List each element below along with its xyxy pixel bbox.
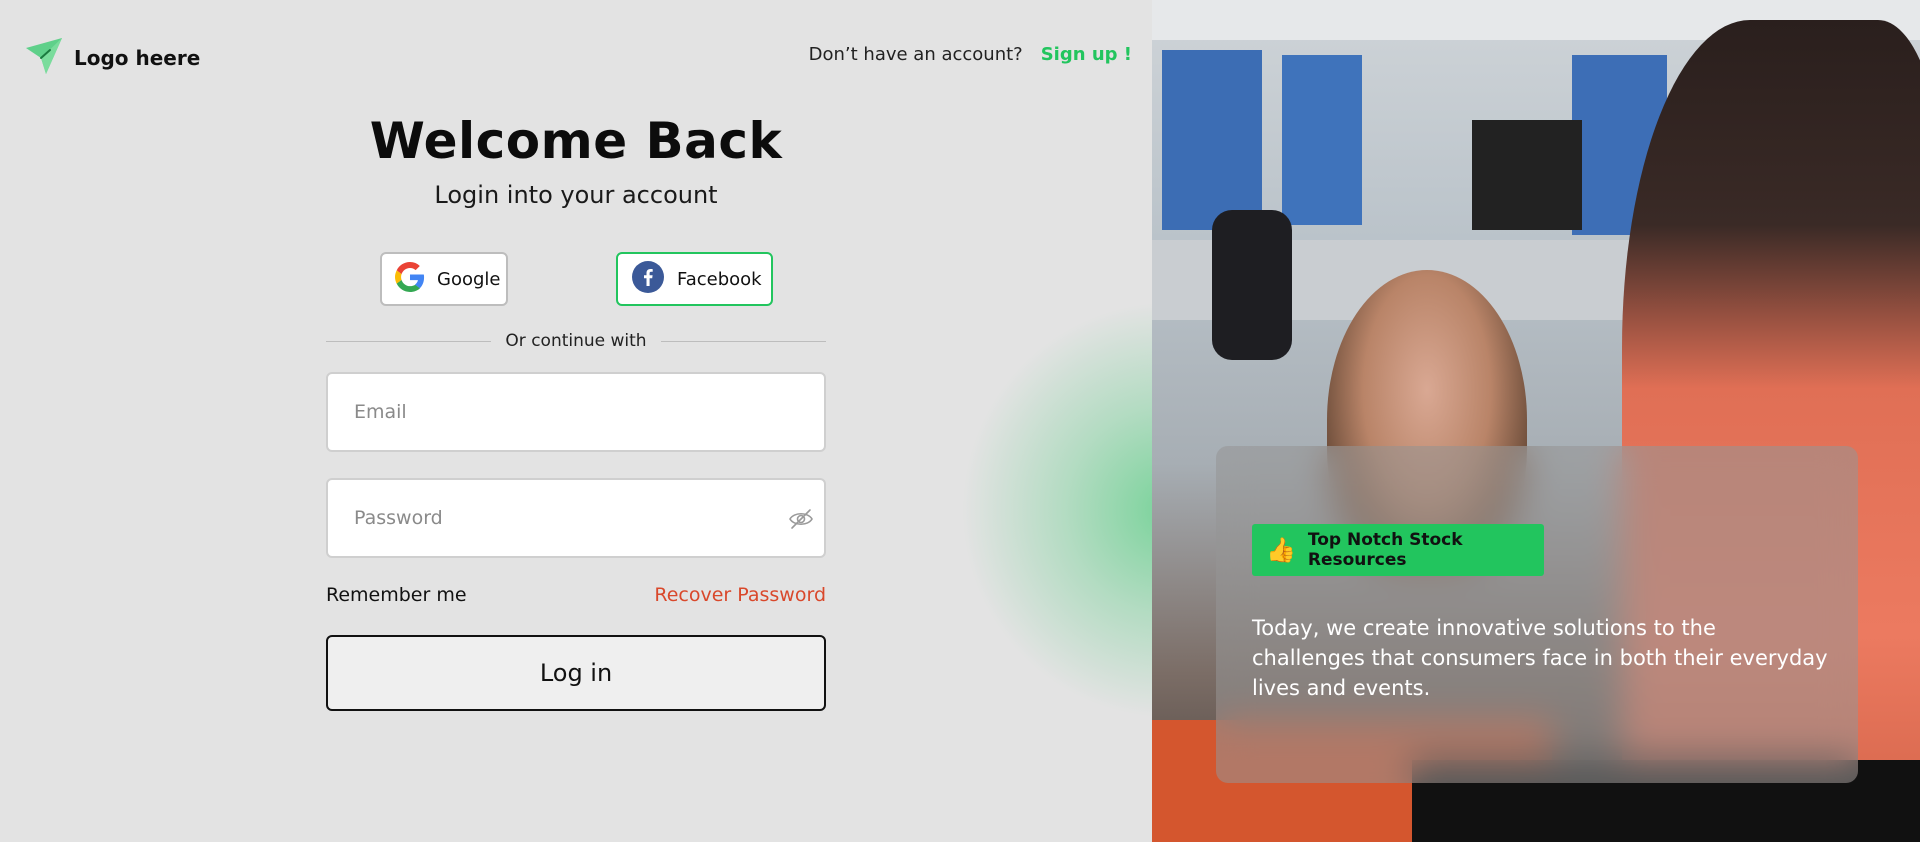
email-input[interactable]	[352, 400, 800, 424]
logo[interactable]: Logo heere	[24, 36, 200, 80]
promo-text: Today, we create innovative solutions to…	[1252, 616, 1828, 700]
promo-badge-label: Top Notch Stock Resources	[1307, 530, 1463, 570]
password-field[interactable]	[326, 478, 826, 558]
photo-monitor	[1472, 120, 1582, 230]
page-subtitle: Login into your account	[434, 181, 718, 209]
facebook-login-button[interactable]: Facebook	[616, 252, 773, 306]
facebook-icon	[631, 260, 665, 299]
facebook-label: Facebook	[677, 268, 762, 290]
photo-window	[1282, 55, 1362, 225]
promo-badge: 👍 Top Notch Stock Resources	[1252, 524, 1544, 576]
thumbs-up-icon: 👍	[1266, 536, 1296, 564]
email-field[interactable]	[326, 372, 826, 452]
signup-prompt: Don’t have an account? Sign up !	[809, 44, 1132, 65]
divider-text: Or continue with	[505, 331, 647, 351]
google-login-button[interactable]: Google	[380, 252, 508, 306]
google-icon	[395, 261, 425, 297]
page-title: Welcome Back	[369, 112, 783, 170]
photo-window	[1162, 50, 1262, 230]
eye-off-icon[interactable]	[788, 506, 814, 536]
remember-me[interactable]: Remember me	[326, 584, 467, 606]
recover-password-link[interactable]: Recover Password	[600, 584, 826, 606]
signup-link[interactable]: Sign up !	[1041, 44, 1132, 65]
divider-line-left	[326, 340, 492, 342]
divider: Or continue with	[326, 331, 827, 351]
password-input[interactable]	[352, 506, 800, 530]
signup-question: Don’t have an account?	[808, 44, 1023, 65]
paper-plane-icon	[24, 36, 64, 80]
logo-text: Logo heere	[74, 46, 201, 70]
login-button[interactable]: Log in	[326, 635, 826, 711]
photo-chair	[1212, 210, 1292, 360]
google-label: Google	[437, 268, 501, 290]
divider-line-right	[660, 340, 827, 342]
